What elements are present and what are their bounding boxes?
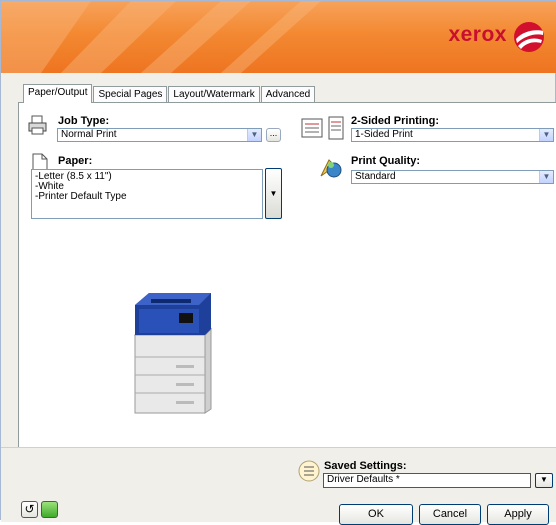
- cancel-button[interactable]: Cancel: [419, 504, 481, 525]
- job-type-label: Job Type:: [58, 115, 110, 127]
- job-type-select[interactable]: Normal Print ▼: [57, 128, 262, 142]
- printer-properties-window: xerox Paper/Output Special Pages Layout/…: [0, 0, 556, 525]
- quality-icon: [320, 159, 342, 178]
- tab-layout-watermark[interactable]: Layout/Watermark: [168, 86, 260, 103]
- saved-settings-value: Driver Defaults *: [327, 474, 400, 485]
- tab-advanced[interactable]: Advanced: [260, 86, 316, 103]
- ok-button[interactable]: OK: [339, 504, 413, 525]
- saved-settings-icon: [298, 460, 320, 482]
- brand-banner: xerox: [1, 1, 556, 73]
- printer-illustration: [133, 293, 213, 414]
- xerox-logo: xerox: [448, 23, 507, 46]
- paper-output-panel: [18, 102, 556, 447]
- reset-defaults-button[interactable]: ↺: [21, 501, 38, 518]
- tab-special-pages[interactable]: Special Pages: [93, 86, 168, 103]
- saved-settings-field[interactable]: Driver Defaults *: [323, 473, 531, 488]
- saved-settings-dropdown-button[interactable]: ▼: [535, 473, 553, 488]
- caret-down-icon: ▼: [540, 475, 548, 484]
- paper-menu-button[interactable]: ▼: [265, 168, 282, 219]
- saved-settings-label: Saved Settings:: [324, 460, 407, 472]
- undo-icon: ↺: [24, 502, 35, 516]
- two-sided-value: 1-Sided Print: [355, 129, 413, 140]
- job-type-value: Normal Print: [61, 129, 117, 140]
- print-quality-label: Print Quality:: [351, 155, 421, 167]
- chevron-down-icon[interactable]: ▼: [539, 129, 553, 141]
- print-quality-value: Standard: [355, 171, 396, 182]
- printer-icon: [28, 115, 47, 135]
- chevron-down-icon[interactable]: ▼: [247, 129, 261, 141]
- job-type-options-button[interactable]: ...: [266, 128, 281, 142]
- status-button[interactable]: [41, 501, 58, 518]
- paper-size-line: -Letter (8.5 x 11"): [35, 171, 112, 182]
- xerox-ball-icon: [514, 22, 544, 52]
- tab-paper-output[interactable]: Paper/Output: [23, 84, 93, 103]
- two-sided-select[interactable]: 1-Sided Print ▼: [351, 128, 554, 142]
- chevron-down-icon[interactable]: ▼: [539, 171, 553, 183]
- paper-label: Paper:: [58, 155, 93, 167]
- apply-button[interactable]: Apply: [487, 504, 549, 525]
- paper-summary-box[interactable]: -Letter (8.5 x 11") -White -Printer Defa…: [31, 169, 263, 219]
- two-sided-icon: [301, 116, 344, 140]
- paper-type-line: -Printer Default Type: [35, 191, 127, 202]
- two-sided-label: 2-Sided Printing:: [351, 115, 439, 127]
- print-quality-select[interactable]: Standard ▼: [351, 170, 554, 184]
- caret-down-icon: ▼: [269, 189, 278, 198]
